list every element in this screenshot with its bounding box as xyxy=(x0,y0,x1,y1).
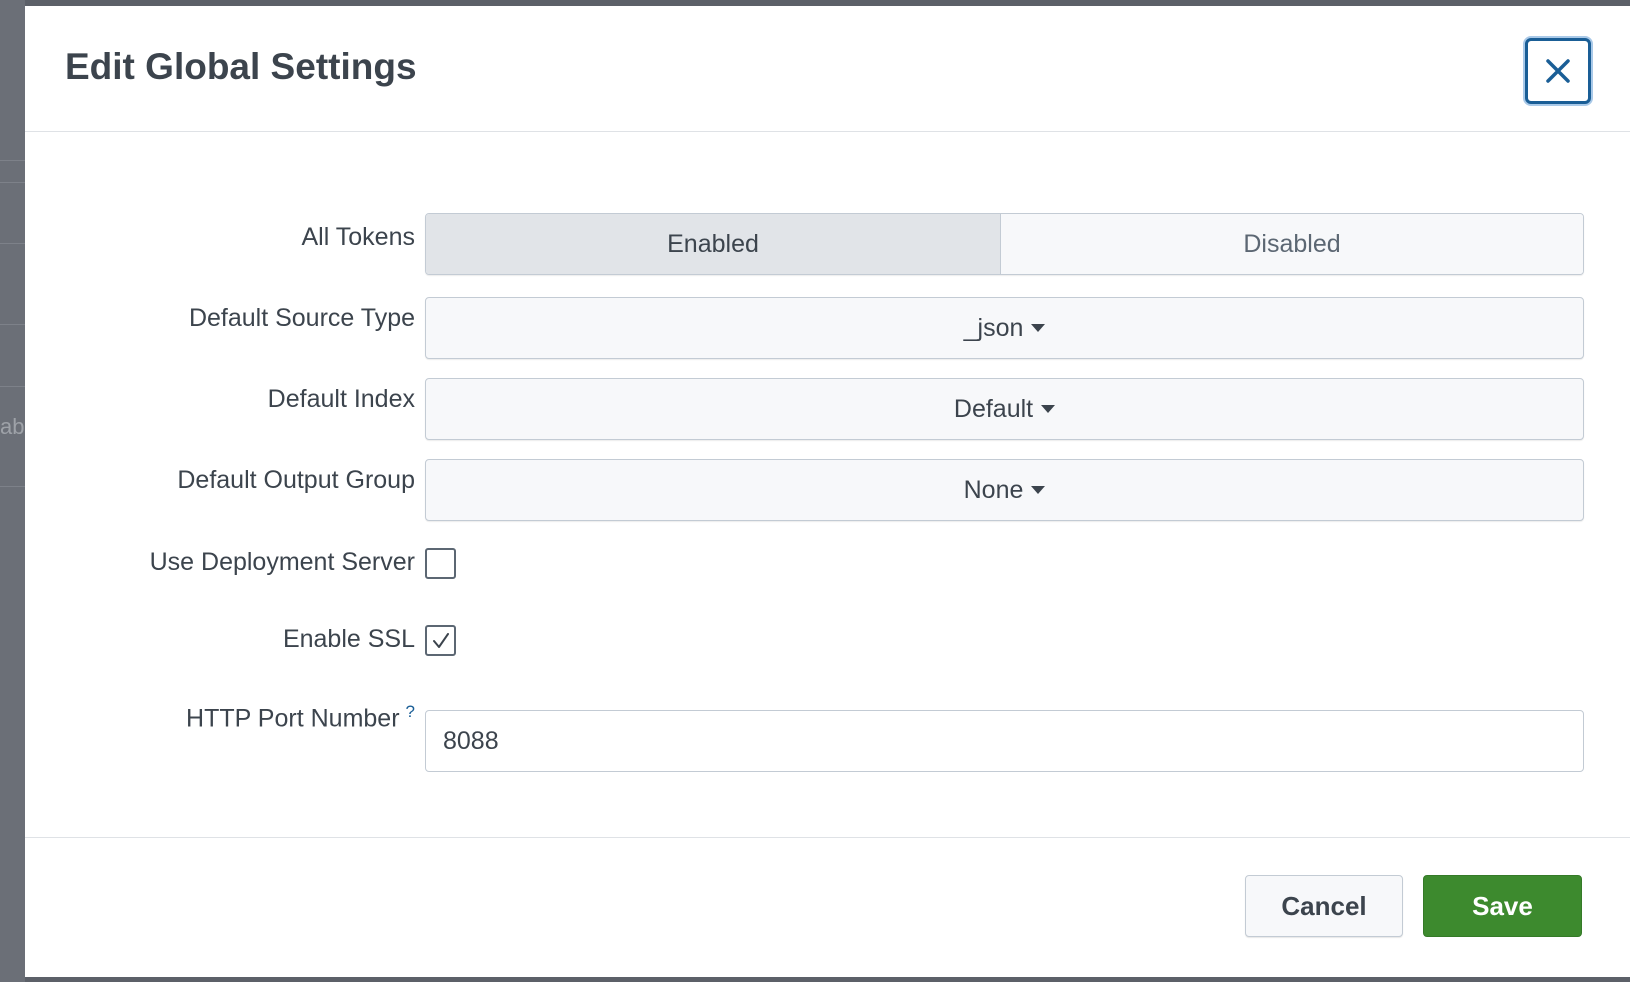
all-tokens-enabled-option[interactable]: Enabled xyxy=(426,214,1001,274)
edit-global-settings-modal: Edit Global Settings All Tokens Enabled … xyxy=(25,6,1630,977)
http-port-number-label: HTTP Port Number? xyxy=(186,702,415,733)
modal-title: Edit Global Settings xyxy=(65,46,417,87)
close-button[interactable] xyxy=(1525,38,1591,104)
default-source-type-dropdown[interactable]: _json xyxy=(425,297,1584,359)
default-index-dropdown[interactable]: Default xyxy=(425,378,1584,440)
caret-down-icon xyxy=(1031,486,1046,494)
checkmark-icon xyxy=(432,632,449,648)
default-output-group-value: None xyxy=(963,475,1024,504)
background-divider xyxy=(0,324,25,325)
background-partial-text: ab xyxy=(0,414,25,439)
http-port-number-input[interactable] xyxy=(425,710,1584,772)
background-divider xyxy=(0,243,25,244)
all-tokens-disabled-option[interactable]: Disabled xyxy=(1001,214,1583,274)
all-tokens-toggle: Enabled Disabled xyxy=(425,213,1584,275)
default-source-type-value: _json xyxy=(963,313,1024,342)
all-tokens-label: All Tokens xyxy=(301,223,416,251)
background-divider xyxy=(0,182,25,183)
use-deployment-server-label: Use Deployment Server xyxy=(149,548,415,576)
help-icon[interactable]: ? xyxy=(406,702,415,721)
cancel-button[interactable]: Cancel xyxy=(1245,875,1403,937)
default-index-label: Default Index xyxy=(267,385,415,413)
background-divider xyxy=(0,160,25,161)
default-index-value: Default xyxy=(953,394,1034,423)
caret-down-icon xyxy=(1031,324,1046,332)
modal-header: Edit Global Settings xyxy=(25,6,1630,132)
default-output-group-dropdown[interactable]: None xyxy=(425,459,1584,521)
background-divider xyxy=(0,386,25,387)
default-output-group-label: Default Output Group xyxy=(177,466,415,494)
enable-ssl-checkbox[interactable] xyxy=(425,625,456,656)
caret-down-icon xyxy=(1041,405,1056,413)
background-divider xyxy=(0,486,25,487)
default-source-type-label: Default Source Type xyxy=(188,304,415,332)
background-app xyxy=(0,0,25,982)
enable-ssl-label: Enable SSL xyxy=(282,625,415,653)
close-icon xyxy=(1546,59,1570,83)
http-port-number-label-text: HTTP Port Number xyxy=(186,704,400,733)
save-button[interactable]: Save xyxy=(1423,875,1582,937)
use-deployment-server-checkbox[interactable] xyxy=(425,548,456,579)
